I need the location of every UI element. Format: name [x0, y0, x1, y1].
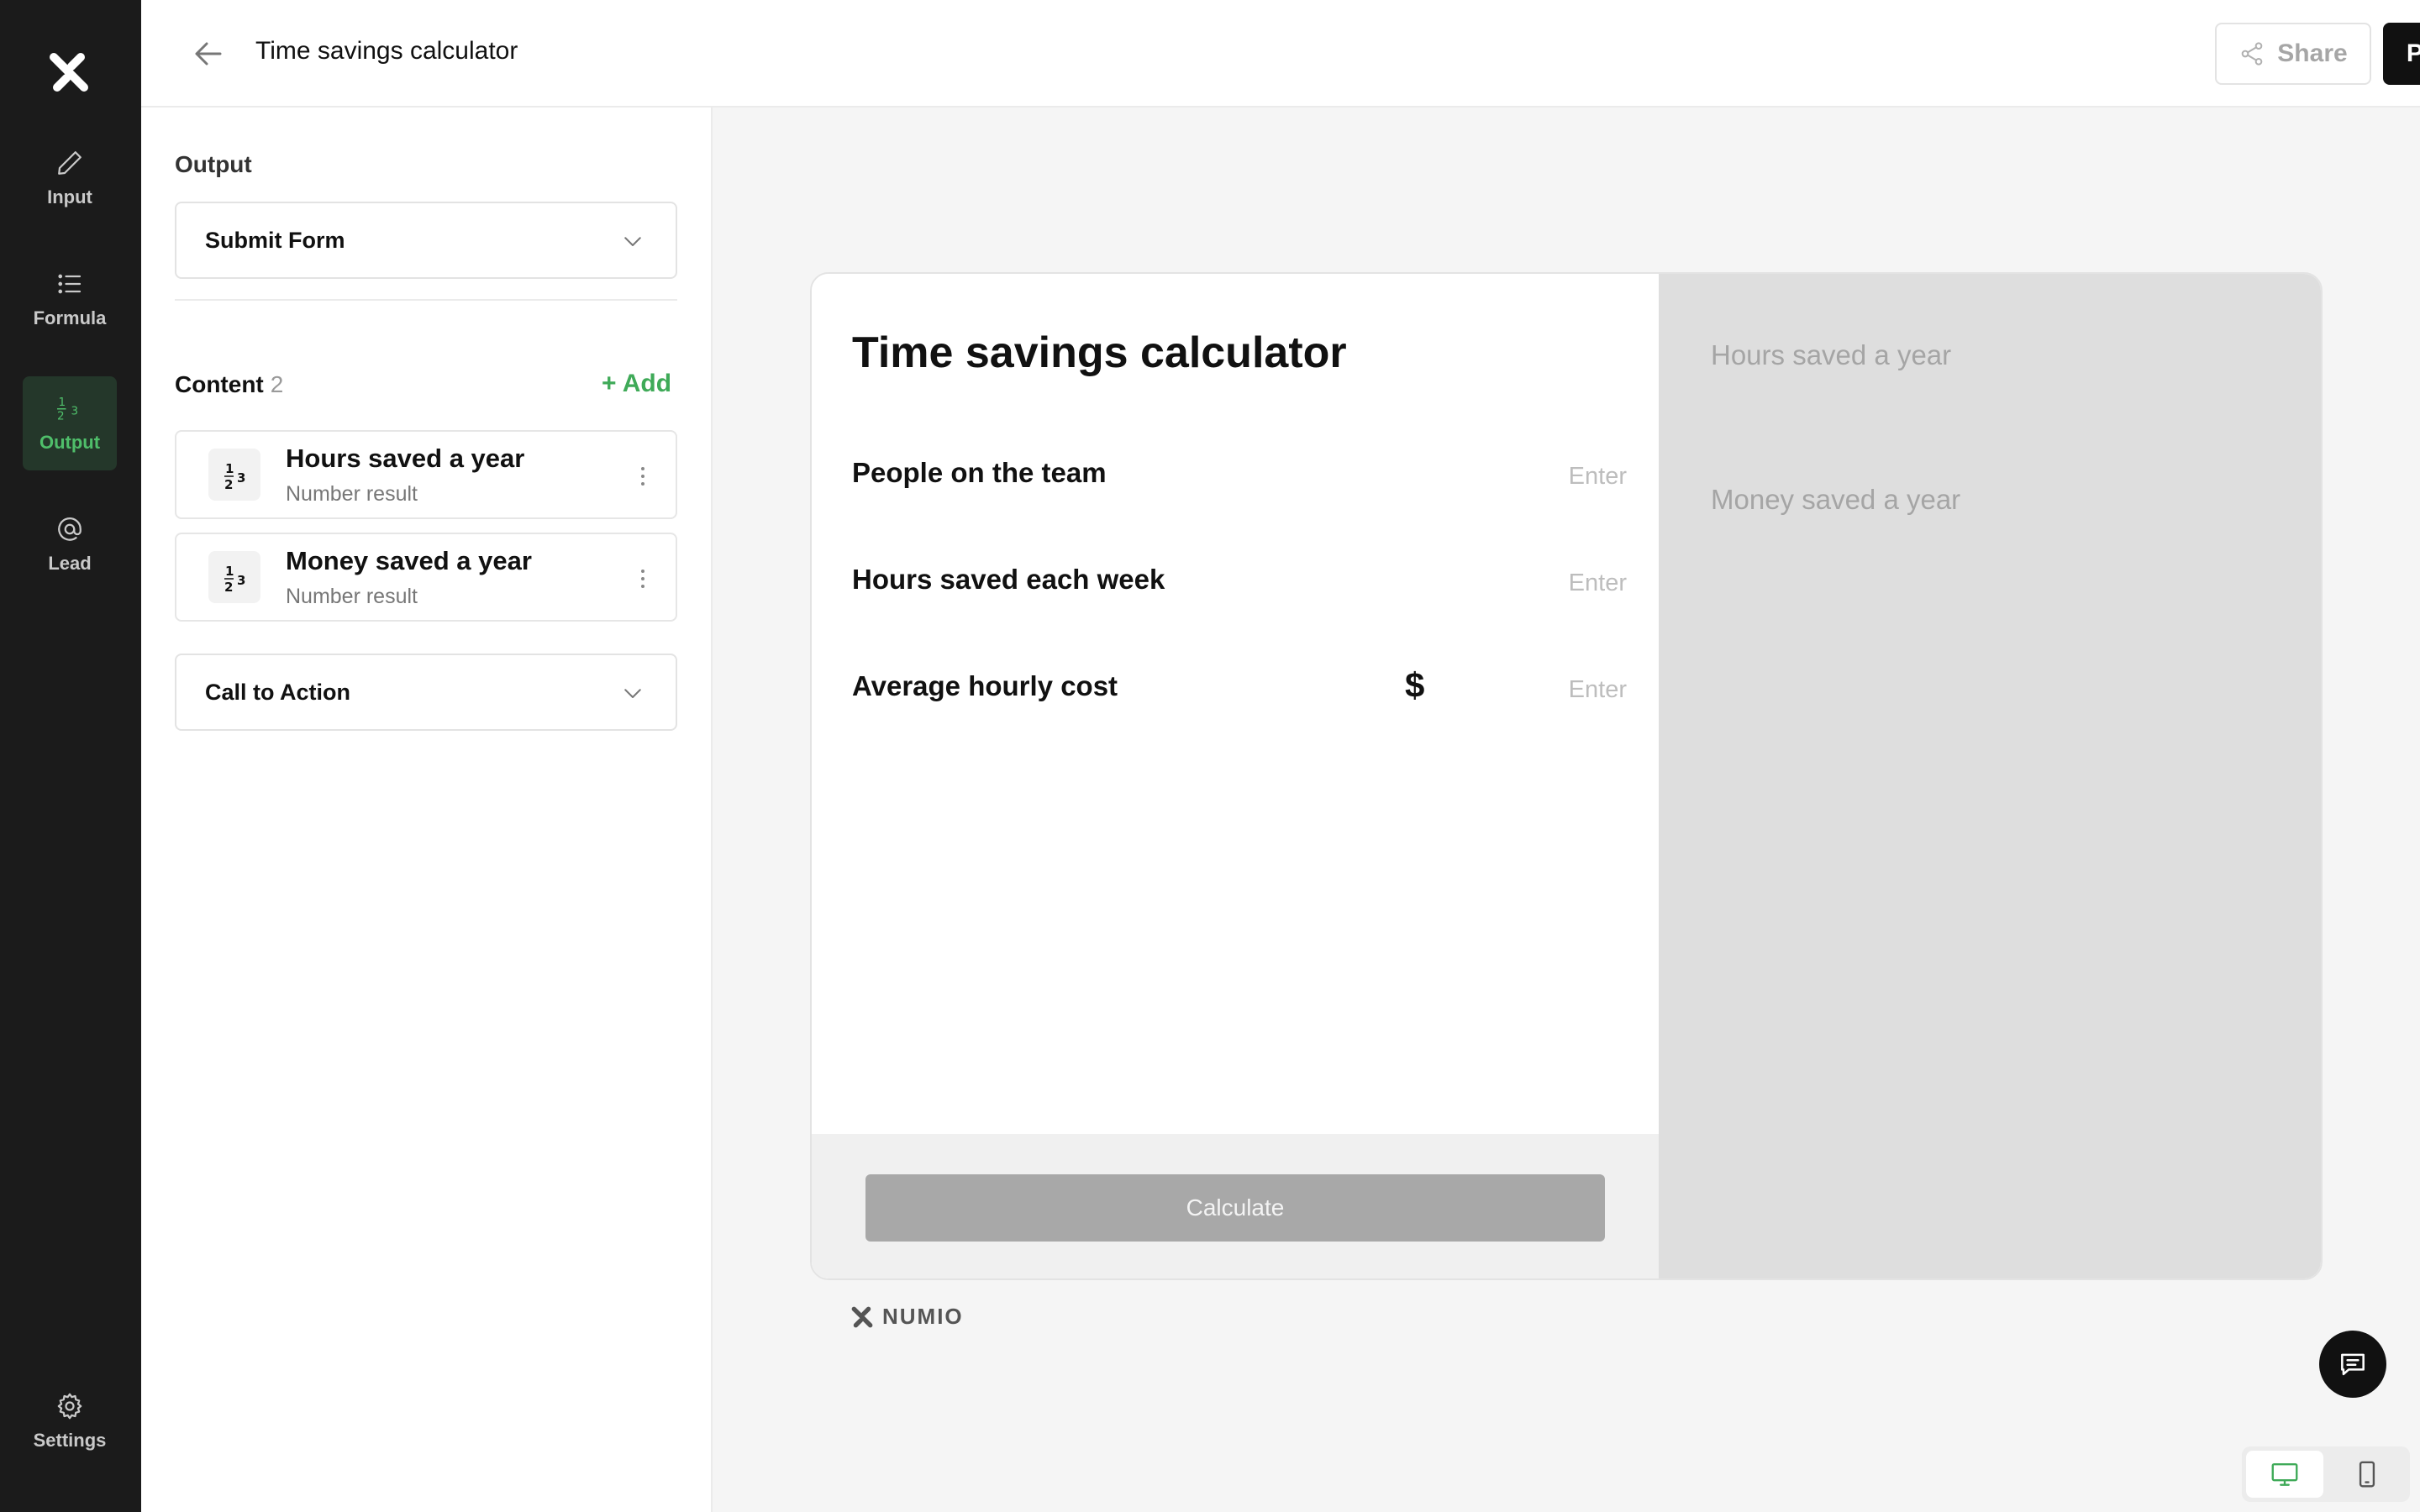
share-button[interactable]: Share: [2215, 23, 2371, 85]
list-icon: [58, 274, 82, 294]
svg-text:3: 3: [237, 573, 245, 588]
content-count: 2: [270, 371, 284, 397]
content-item-money[interactable]: 1 2 3 Money saved a year Number result: [175, 533, 677, 622]
dollar-prefix: $: [1405, 665, 1425, 705]
desktop-preview-button[interactable]: [2246, 1451, 2323, 1498]
rail-item-input[interactable]: Input: [23, 131, 117, 225]
people-on-team-input[interactable]: [1509, 455, 1627, 497]
svg-text:2: 2: [224, 580, 233, 595]
at-sign-icon: [58, 517, 82, 541]
result-label: Hours saved a year: [1711, 339, 1952, 370]
output-type-value: Submit Form: [205, 227, 345, 253]
output-type-select[interactable]: Submit Form: [175, 202, 677, 279]
brand-text: NUMIO: [882, 1304, 964, 1329]
chat-button[interactable]: [2319, 1331, 2386, 1398]
rail-item-label: Formula: [33, 307, 107, 328]
results-panel: Hours saved a year Money saved a year: [1659, 274, 2321, 1278]
share-button-label: Share: [2277, 39, 2348, 67]
hourly-cost-input[interactable]: [1509, 669, 1627, 711]
result-label: Money saved a year: [1711, 484, 1961, 515]
pencil-icon: [58, 151, 82, 175]
rail-item-formula[interactable]: Formula: [23, 252, 117, 346]
hours-saved-week-input[interactable]: [1509, 562, 1627, 604]
content-item-name: Hours saved a year: [286, 444, 525, 473]
svg-text:1: 1: [225, 564, 234, 579]
chevron-down-icon: [624, 237, 641, 246]
publish-button[interactable]: Publish: [2383, 23, 2420, 85]
calculator-inputs: Time savings calculator People on the te…: [812, 274, 1659, 1278]
device-preview-toggle: [2242, 1446, 2410, 1502]
output-settings-panel: Output Submit Form Content 2 + Add 1 2 3 …: [141, 108, 713, 1512]
calculator-title: Time savings calculator: [852, 328, 1347, 377]
content-item-name: Money saved a year: [286, 546, 532, 575]
rail-item-label: Lead: [48, 553, 92, 574]
desktop-icon: [2271, 1462, 2298, 1486]
field-label: Average hourly cost: [852, 670, 1118, 701]
numio-logo-icon[interactable]: [47, 50, 91, 94]
call-to-action-value: Call to Action: [205, 679, 350, 705]
arrow-left-icon[interactable]: [188, 34, 229, 74]
numio-logo-icon: [851, 1306, 873, 1327]
page-title: Time savings calculator: [255, 37, 518, 65]
gear-icon: [57, 1393, 82, 1420]
content-item-type: Number result: [286, 585, 418, 608]
chevron-down-icon: [624, 689, 641, 698]
calculator-preview: Time savings calculator People on the te…: [810, 272, 2323, 1280]
app-window: Input Formula 1 2 3 Output Lead Settings…: [0, 0, 2420, 1512]
more-options-icon[interactable]: [637, 462, 649, 491]
calculator-footer: Calculate: [812, 1134, 1659, 1278]
svg-text:3: 3: [237, 470, 245, 486]
divider: [175, 299, 677, 301]
svg-text:2: 2: [57, 410, 65, 423]
call-to-action-select[interactable]: Call to Action: [175, 654, 677, 731]
svg-text:1: 1: [59, 396, 66, 409]
more-options-icon[interactable]: [637, 564, 649, 593]
rail-item-label: Settings: [33, 1430, 107, 1451]
add-content-button[interactable]: + Add: [602, 370, 671, 398]
numbers-icon: 1 2 3: [208, 551, 260, 603]
chat-icon: [2341, 1353, 2365, 1376]
top-bar: Time savings calculator Share Publish: [141, 0, 2420, 108]
rail-item-label: Input: [47, 186, 92, 207]
share-icon: [2241, 42, 2263, 66]
svg-text:1: 1: [225, 461, 234, 476]
rail-item-settings[interactable]: Settings: [23, 1374, 117, 1468]
mobile-preview-button[interactable]: [2328, 1451, 2406, 1498]
rail-item-output[interactable]: 1 2 3 Output: [23, 376, 117, 470]
field-label: Hours saved each week: [852, 564, 1165, 595]
calculate-button[interactable]: Calculate: [865, 1174, 1605, 1242]
content-item-type: Number result: [286, 482, 418, 506]
content-title: Content: [175, 371, 264, 397]
rail-item-label: Output: [39, 432, 101, 453]
numio-branding[interactable]: NUMIO: [850, 1304, 964, 1330]
field-label: People on the team: [852, 457, 1107, 488]
left-rail: Input Formula 1 2 3 Output Lead Settings: [0, 0, 141, 1512]
content-item-hours[interactable]: 1 2 3 Hours saved a year Number result: [175, 430, 677, 519]
numbers-glyph: 1 2 3: [224, 461, 245, 492]
numbers-icon: 1 2 3: [208, 449, 260, 501]
rail-item-lead[interactable]: Lead: [23, 497, 117, 591]
numbers-glyph: 1 2 3: [224, 564, 245, 595]
numbers-icon: 1 2 3: [57, 396, 79, 423]
content-heading: Content 2: [175, 371, 283, 398]
svg-text:3: 3: [71, 405, 79, 418]
svg-text:2: 2: [224, 477, 233, 492]
output-section-title: Output: [175, 151, 252, 177]
mobile-icon: [2359, 1461, 2375, 1488]
